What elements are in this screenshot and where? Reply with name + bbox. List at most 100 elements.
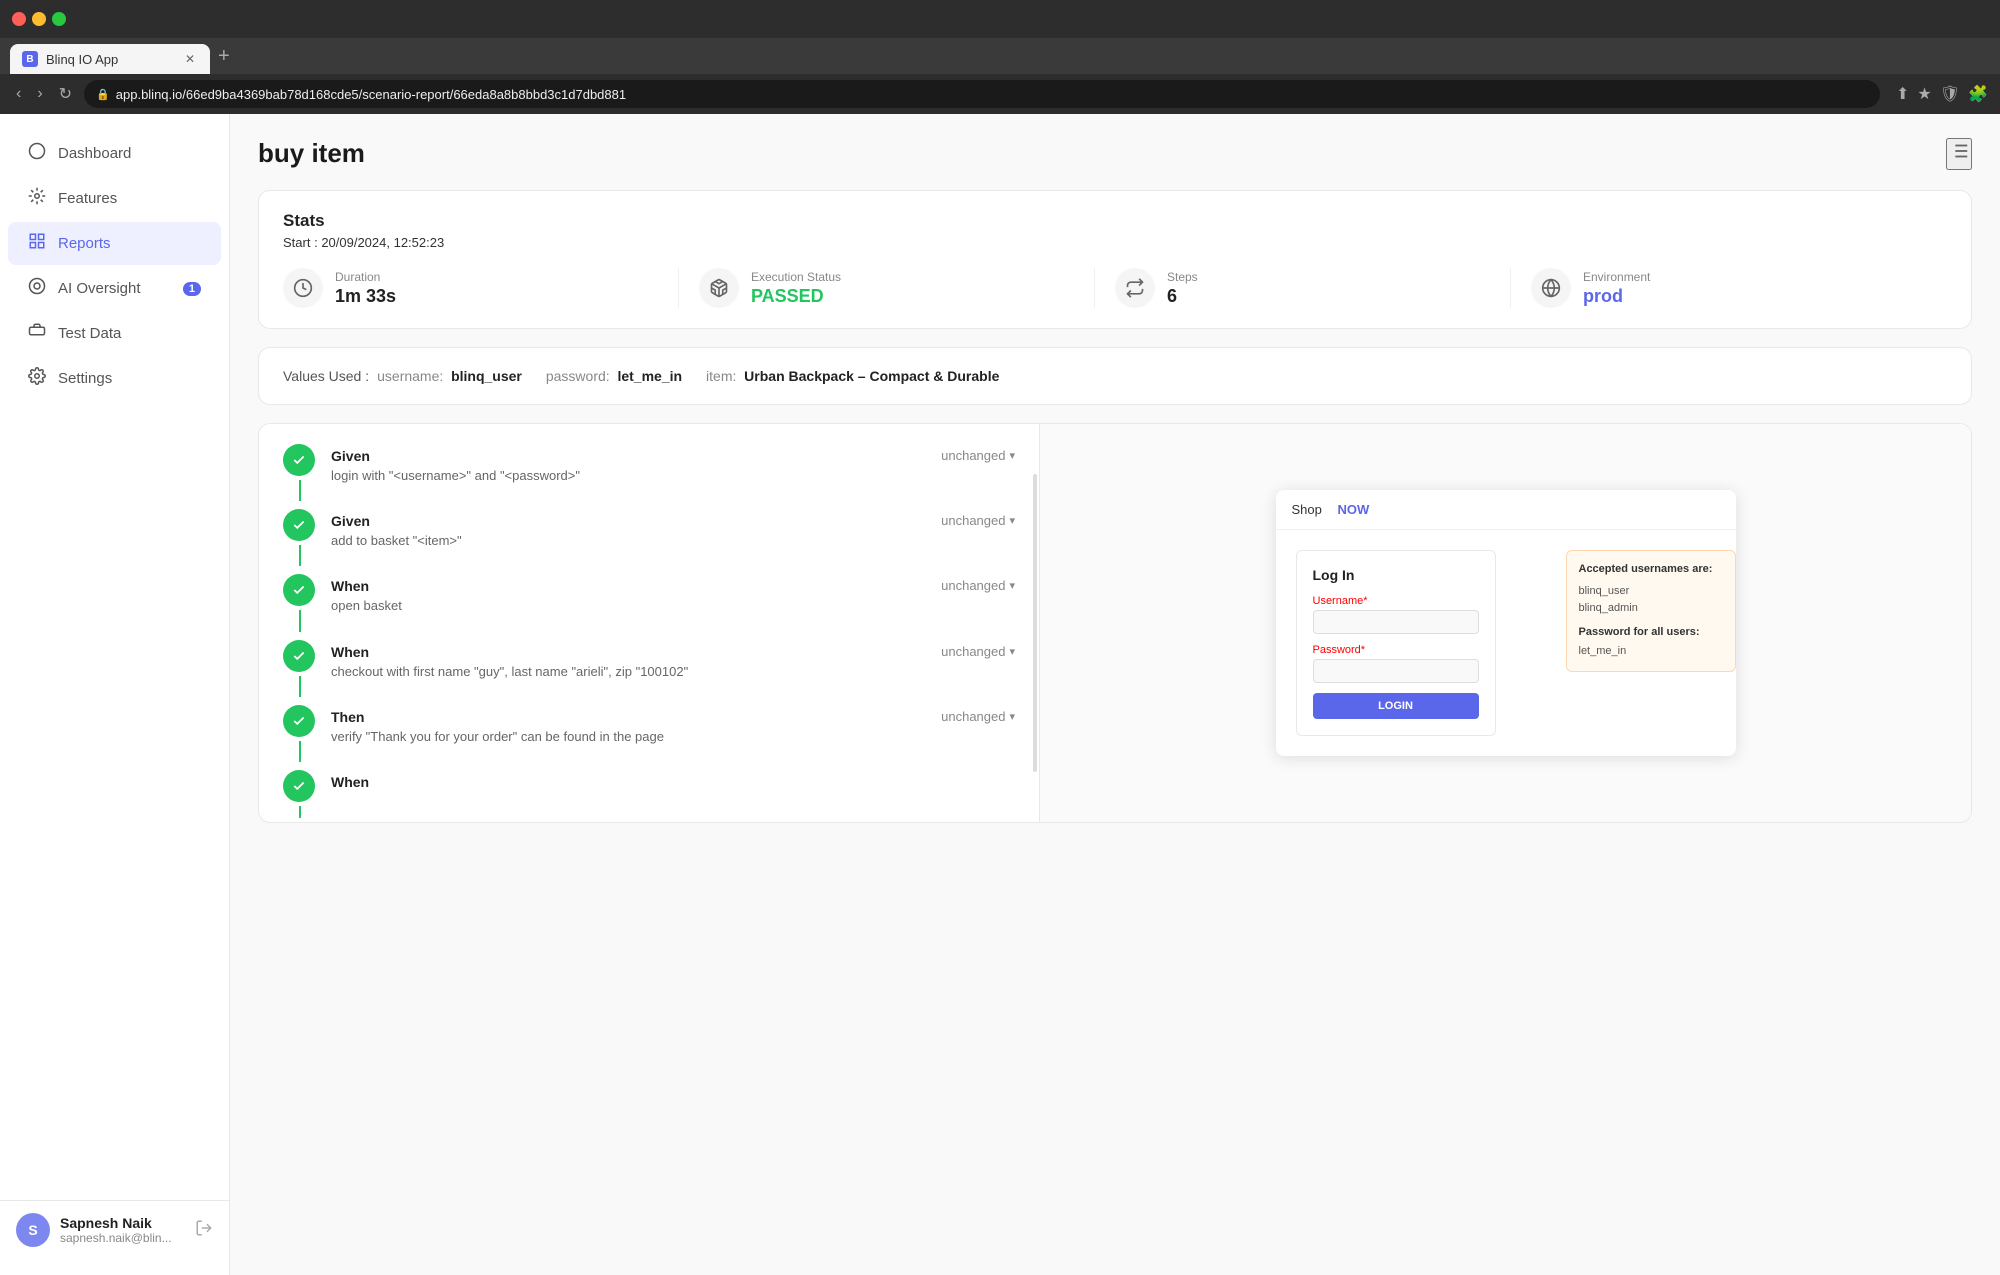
step-badge-2[interactable]: unchanged ▾: [941, 509, 1015, 528]
traffic-lights: [12, 12, 66, 26]
share-icon[interactable]: ⬆: [1896, 84, 1909, 104]
screenshot-content: Log In Username* Password*: [1276, 530, 1736, 756]
ai-oversight-badge: 1: [183, 282, 201, 296]
stats-grid: Duration 1m 33s Execution Status PASSED: [283, 268, 1947, 308]
step-item-1: Given login with "<username>" and "<pass…: [283, 444, 1015, 485]
step-content-1: Given login with "<username>" and "<pass…: [331, 444, 925, 485]
sidebar-nav: Dashboard Features Reports AI Oversight: [0, 130, 229, 1200]
new-tab-button[interactable]: +: [218, 45, 230, 68]
password-input[interactable]: [1313, 659, 1479, 683]
steps-icon: [1115, 268, 1155, 308]
values-card: Values Used : username: blinq_user passw…: [258, 347, 1972, 405]
step-badge-3[interactable]: unchanged ▾: [941, 574, 1015, 593]
step-check-3: [283, 574, 315, 606]
browser-actions: ⬆ ★ 🛡 🧩: [1896, 84, 1988, 104]
username-input[interactable]: [1313, 610, 1479, 634]
screenshot-relative: Log In Username* Password*: [1296, 550, 1716, 736]
execution-value: PASSED: [751, 286, 841, 307]
chevron-down-icon-5: ▾: [1009, 710, 1015, 723]
sidebar-label-ai-oversight: AI Oversight: [58, 280, 171, 297]
login-title: Log In: [1313, 567, 1479, 583]
sidebar-label-features: Features: [58, 190, 201, 207]
login-button[interactable]: LOGIN: [1313, 693, 1479, 719]
tooltip-box: Accepted usernames are: blinq_user blinq…: [1566, 550, 1736, 672]
step-type-5: Then: [331, 709, 925, 725]
fullscreen-button[interactable]: [52, 12, 66, 26]
sidebar-item-features[interactable]: Features: [8, 177, 221, 220]
back-button[interactable]: ‹: [12, 81, 25, 107]
tab-title: Blinq IO App: [46, 52, 118, 67]
screenshot-panel: Shop NOW Log In Username*: [1039, 424, 1971, 822]
sidebar-item-settings[interactable]: Settings: [8, 357, 221, 400]
password-field-label: Password*: [1313, 644, 1479, 656]
minimize-button[interactable]: [32, 12, 46, 26]
tooltip-user-1: blinq_user: [1579, 583, 1723, 601]
step-desc-2: add to basket "<item>": [331, 532, 925, 550]
stat-environment: Environment prod: [1531, 268, 1947, 308]
step-badge-4[interactable]: unchanged ▾: [941, 640, 1015, 659]
step-check-1: [283, 444, 315, 476]
sidebar-footer: S Sapnesh Naik sapnesh.naik@blin...: [0, 1200, 229, 1259]
close-button[interactable]: [12, 12, 26, 26]
value-item: item: Urban Backpack – Compact & Durable: [706, 368, 999, 384]
stat-duration-info: Duration 1m 33s: [335, 270, 396, 307]
step-item-2: Given add to basket "<item>" unchanged ▾: [283, 509, 1015, 550]
step-desc-3: open basket: [331, 597, 925, 615]
sidebar: Dashboard Features Reports AI Oversight: [0, 114, 230, 1275]
page-title: buy item: [258, 138, 365, 169]
browser-chrome: B Blinq IO App ✕ + ‹ › ↻ 🔒 app.blinq.io/…: [0, 0, 2000, 114]
step-item-3: When open basket unchanged ▾: [283, 574, 1015, 615]
reload-button[interactable]: ↻: [55, 80, 76, 108]
list-view-button[interactable]: [1946, 138, 1972, 170]
settings-icon: [28, 367, 46, 390]
sidebar-item-reports[interactable]: Reports: [8, 222, 221, 265]
user-name: Sapnesh Naik: [60, 1215, 185, 1231]
stat-execution: Execution Status PASSED: [699, 268, 1095, 308]
scrollbar[interactable]: [1033, 474, 1037, 772]
tab-close-button[interactable]: ✕: [182, 51, 198, 67]
step-type-2: Given: [331, 513, 925, 529]
step-item-6: When: [283, 770, 1015, 802]
sidebar-label-reports: Reports: [58, 235, 201, 252]
user-email: sapnesh.naik@blin...: [60, 1231, 185, 1245]
step-desc-5: verify "Thank you for your order" can be…: [331, 728, 925, 746]
sidebar-label-dashboard: Dashboard: [58, 145, 201, 162]
steps-value: 6: [1167, 286, 1198, 307]
titlebar: [0, 0, 2000, 38]
logout-button[interactable]: [195, 1219, 213, 1242]
features-icon: [28, 187, 46, 210]
forward-button[interactable]: ›: [33, 81, 46, 107]
environment-value[interactable]: prod: [1583, 286, 1650, 307]
shield-icon: 🛡: [1940, 84, 1960, 104]
address-bar[interactable]: 🔒 app.blinq.io/66ed9ba4369bab78d168cde5/…: [84, 80, 1880, 108]
username-val: blinq_user: [451, 368, 522, 384]
step-content-5: Then verify "Thank you for your order" c…: [331, 705, 925, 746]
sidebar-label-test-data: Test Data: [58, 325, 201, 342]
step-badge-1[interactable]: unchanged ▾: [941, 444, 1015, 463]
extension-icon[interactable]: 🧩: [1968, 84, 1988, 104]
active-tab[interactable]: B Blinq IO App ✕: [10, 44, 210, 74]
step-badge-5[interactable]: unchanged ▾: [941, 705, 1015, 724]
sidebar-item-test-data[interactable]: Test Data: [8, 312, 221, 355]
step-content-3: When open basket: [331, 574, 925, 615]
lock-icon: 🔒: [96, 88, 110, 101]
app-wrapper: Dashboard Features Reports AI Oversight: [0, 114, 2000, 1275]
stats-card: Stats Start : 20/09/2024, 12:52:23 Durat…: [258, 190, 1972, 329]
shop-banner: Shop NOW: [1276, 490, 1736, 530]
bookmark-icon[interactable]: ★: [1917, 84, 1931, 104]
chevron-down-icon-2: ▾: [1009, 514, 1015, 527]
sidebar-item-dashboard[interactable]: Dashboard: [8, 132, 221, 175]
step-type-1: Given: [331, 448, 925, 464]
shop-text: Shop: [1292, 502, 1322, 517]
sidebar-item-ai-oversight[interactable]: AI Oversight 1: [8, 267, 221, 310]
step-desc-4: checkout with first name "guy", last nam…: [331, 663, 925, 681]
password-key: password:: [546, 368, 610, 384]
tooltip-user-2: blinq_admin: [1579, 600, 1723, 618]
step-check-5: [283, 705, 315, 737]
screenshot-mockup: Shop NOW Log In Username*: [1276, 490, 1736, 756]
step-type-6: When: [331, 774, 1015, 790]
step-content-6: When: [331, 770, 1015, 793]
globe-icon: [1531, 268, 1571, 308]
duration-value: 1m 33s: [335, 286, 396, 307]
stats-start: Start : 20/09/2024, 12:52:23: [283, 235, 1947, 250]
